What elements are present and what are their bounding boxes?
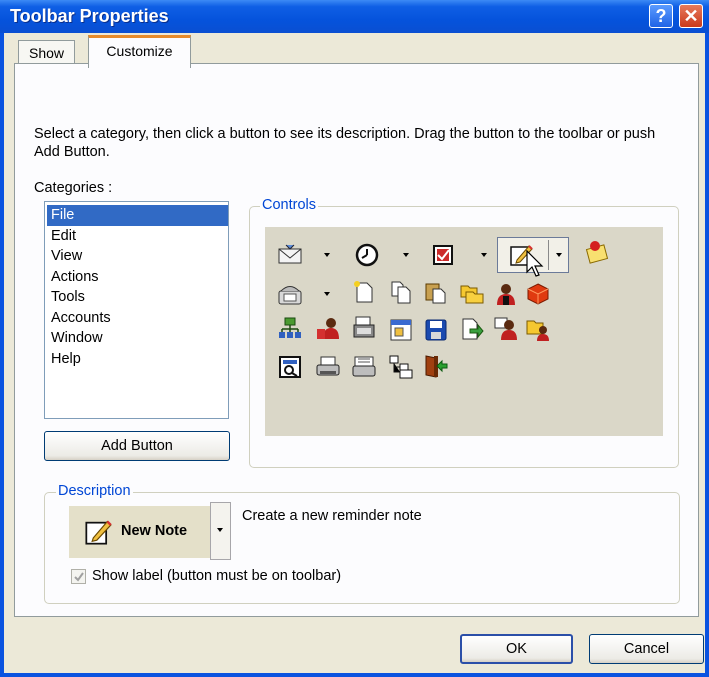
cancel-button[interactable]: Cancel	[589, 634, 704, 664]
export-document-icon[interactable]	[460, 317, 484, 341]
ok-button[interactable]: OK	[460, 634, 573, 664]
dropdown-arrow-icon[interactable]	[556, 253, 562, 257]
description-button-label: New Note	[121, 523, 188, 539]
print-icon[interactable]	[316, 355, 340, 379]
category-item-file[interactable]: File	[47, 205, 228, 226]
dropdown-arrow-icon[interactable]	[403, 253, 409, 257]
controls-label: Controls	[260, 197, 318, 213]
show-label-checkbox[interactable]	[71, 569, 86, 584]
save-disk-icon[interactable]	[424, 318, 448, 342]
preview-icon[interactable]	[278, 355, 302, 379]
new-note-icon	[85, 520, 112, 545]
folders-icon[interactable]	[460, 281, 484, 305]
phone-icon[interactable]	[278, 282, 302, 306]
add-button[interactable]: Add Button	[44, 431, 230, 461]
exit-door-icon[interactable]	[424, 354, 448, 378]
help-button[interactable]: ?	[649, 4, 673, 28]
print-fax-icon[interactable]	[352, 316, 376, 340]
checkmark-icon	[74, 572, 84, 582]
category-item-window[interactable]: Window	[47, 328, 228, 349]
category-item-help[interactable]: Help	[47, 349, 228, 370]
dropdown-arrow-icon[interactable]	[481, 253, 487, 257]
copy-document-icon[interactable]	[389, 280, 413, 304]
package-icon[interactable]	[526, 282, 550, 306]
new-task-icon[interactable]	[431, 243, 455, 267]
close-button[interactable]: ✕	[679, 4, 703, 28]
split-divider	[548, 240, 549, 270]
description-button-dropdown	[210, 502, 231, 560]
user-folder-icon[interactable]	[494, 316, 518, 340]
category-item-edit[interactable]: Edit	[47, 226, 228, 247]
properties-window-icon[interactable]	[389, 318, 413, 342]
category-item-accounts[interactable]: Accounts	[47, 308, 228, 329]
new-document-icon[interactable]	[352, 280, 376, 304]
shared-folder-icon[interactable]	[526, 317, 550, 341]
dropdown-arrow-icon[interactable]	[324, 292, 330, 296]
categories-list[interactable]: File Edit View Actions Tools Accounts Wi…	[44, 201, 229, 419]
instructions-text: Select a category, then click a button t…	[34, 126, 656, 160]
tab-customize[interactable]: Customize	[88, 35, 191, 68]
category-item-view[interactable]: View	[47, 246, 228, 267]
title-bar[interactable]: Toolbar Properties ? ✕	[0, 0, 709, 33]
description-text: Create a new reminder note	[242, 508, 422, 524]
user-icon[interactable]	[494, 282, 518, 306]
paste-document-icon[interactable]	[424, 280, 448, 304]
description-label: Description	[56, 483, 133, 499]
tree-view-icon[interactable]	[389, 355, 413, 379]
contacts-icon[interactable]	[316, 317, 340, 341]
chevron-down-icon	[217, 528, 223, 532]
dropdown-arrow-icon[interactable]	[324, 253, 330, 257]
category-item-tools[interactable]: Tools	[47, 287, 228, 308]
contact-card-icon[interactable]	[585, 240, 609, 264]
mouse-cursor-icon	[526, 250, 544, 277]
category-item-actions[interactable]: Actions	[47, 267, 228, 288]
categories-label: Categories :	[34, 180, 113, 196]
print-preview-icon[interactable]	[352, 355, 376, 379]
reminder-clock-icon[interactable]	[355, 243, 379, 267]
window-title: Toolbar Properties	[10, 6, 169, 26]
org-chart-icon[interactable]	[278, 317, 302, 341]
new-mail-icon[interactable]	[278, 243, 302, 267]
tab-show[interactable]: Show	[18, 40, 75, 65]
show-label-checkbox-label[interactable]: Show label (button must be on toolbar)	[92, 568, 341, 584]
